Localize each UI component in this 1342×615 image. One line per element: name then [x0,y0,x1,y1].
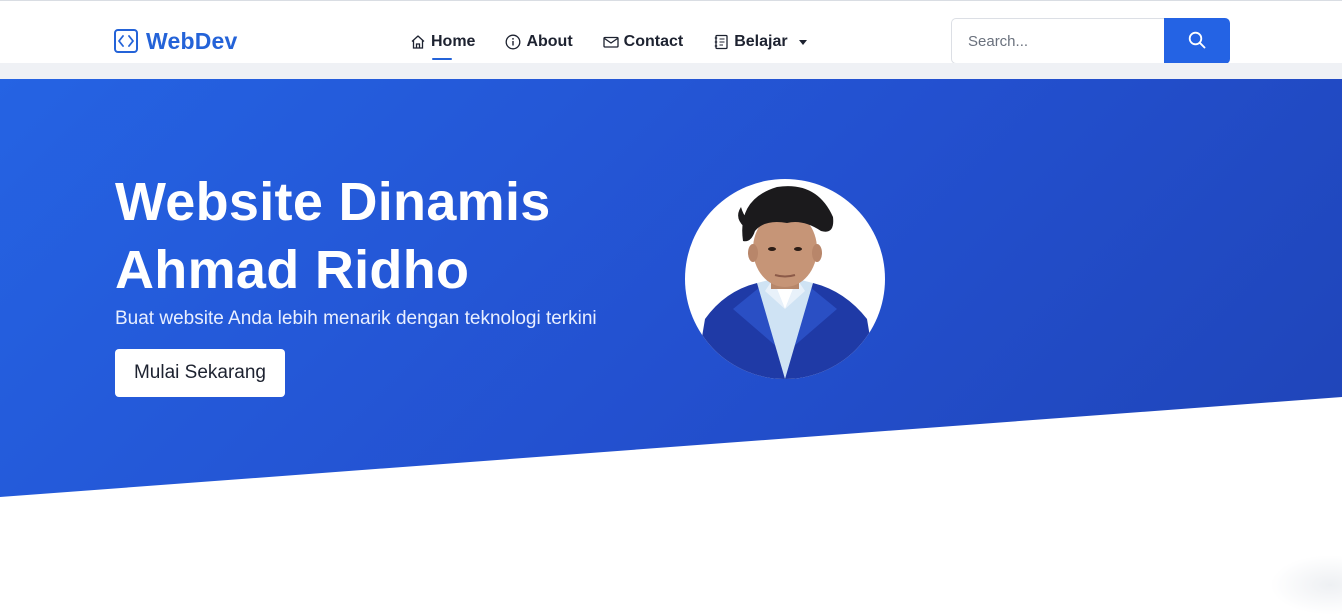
hero-title: Website Dinamis Ahmad Ridho [115,168,675,304]
search-icon [1188,31,1206,52]
nav-item-belajar-dropdown[interactable]: Belajar [713,27,807,57]
brand-name: WebDev [146,27,238,54]
info-circle-icon [505,34,521,50]
search-input[interactable] [951,18,1164,64]
nav-item-about[interactable]: About [505,27,573,57]
navbar-shadow-strip [0,63,1342,79]
nav-item-label: About [526,33,573,50]
nav-item-label: Home [431,33,476,50]
decorative-shadow [1270,555,1342,615]
nav-item-home[interactable]: Home [410,27,476,60]
chevron-down-icon [798,39,807,45]
brand-logo[interactable]: WebDev [114,27,238,55]
journal-icon [713,34,729,50]
start-now-button[interactable]: Mulai Sekarang [115,349,285,397]
envelope-icon [603,34,619,50]
navbar: WebDev Home About Contact Belajar Search… [0,1,1342,64]
search-form [951,18,1230,64]
nav-item-label: Contact [623,33,684,50]
nav-item-label: Belajar [734,33,788,50]
main-nav: Home About Contact Belajar [410,27,807,60]
profile-photo [685,179,885,379]
hero-title-line-2: Ahmad Ridho [115,240,470,300]
code-brackets-icon [114,29,138,53]
home-icon [410,34,426,50]
nav-item-contact[interactable]: Contact [603,27,684,57]
search-button[interactable] [1164,18,1230,64]
hero-subtitle: Buat website Anda lebih menarik dengan t… [115,308,597,329]
hero-title-line-1: Website Dinamis [115,172,551,232]
